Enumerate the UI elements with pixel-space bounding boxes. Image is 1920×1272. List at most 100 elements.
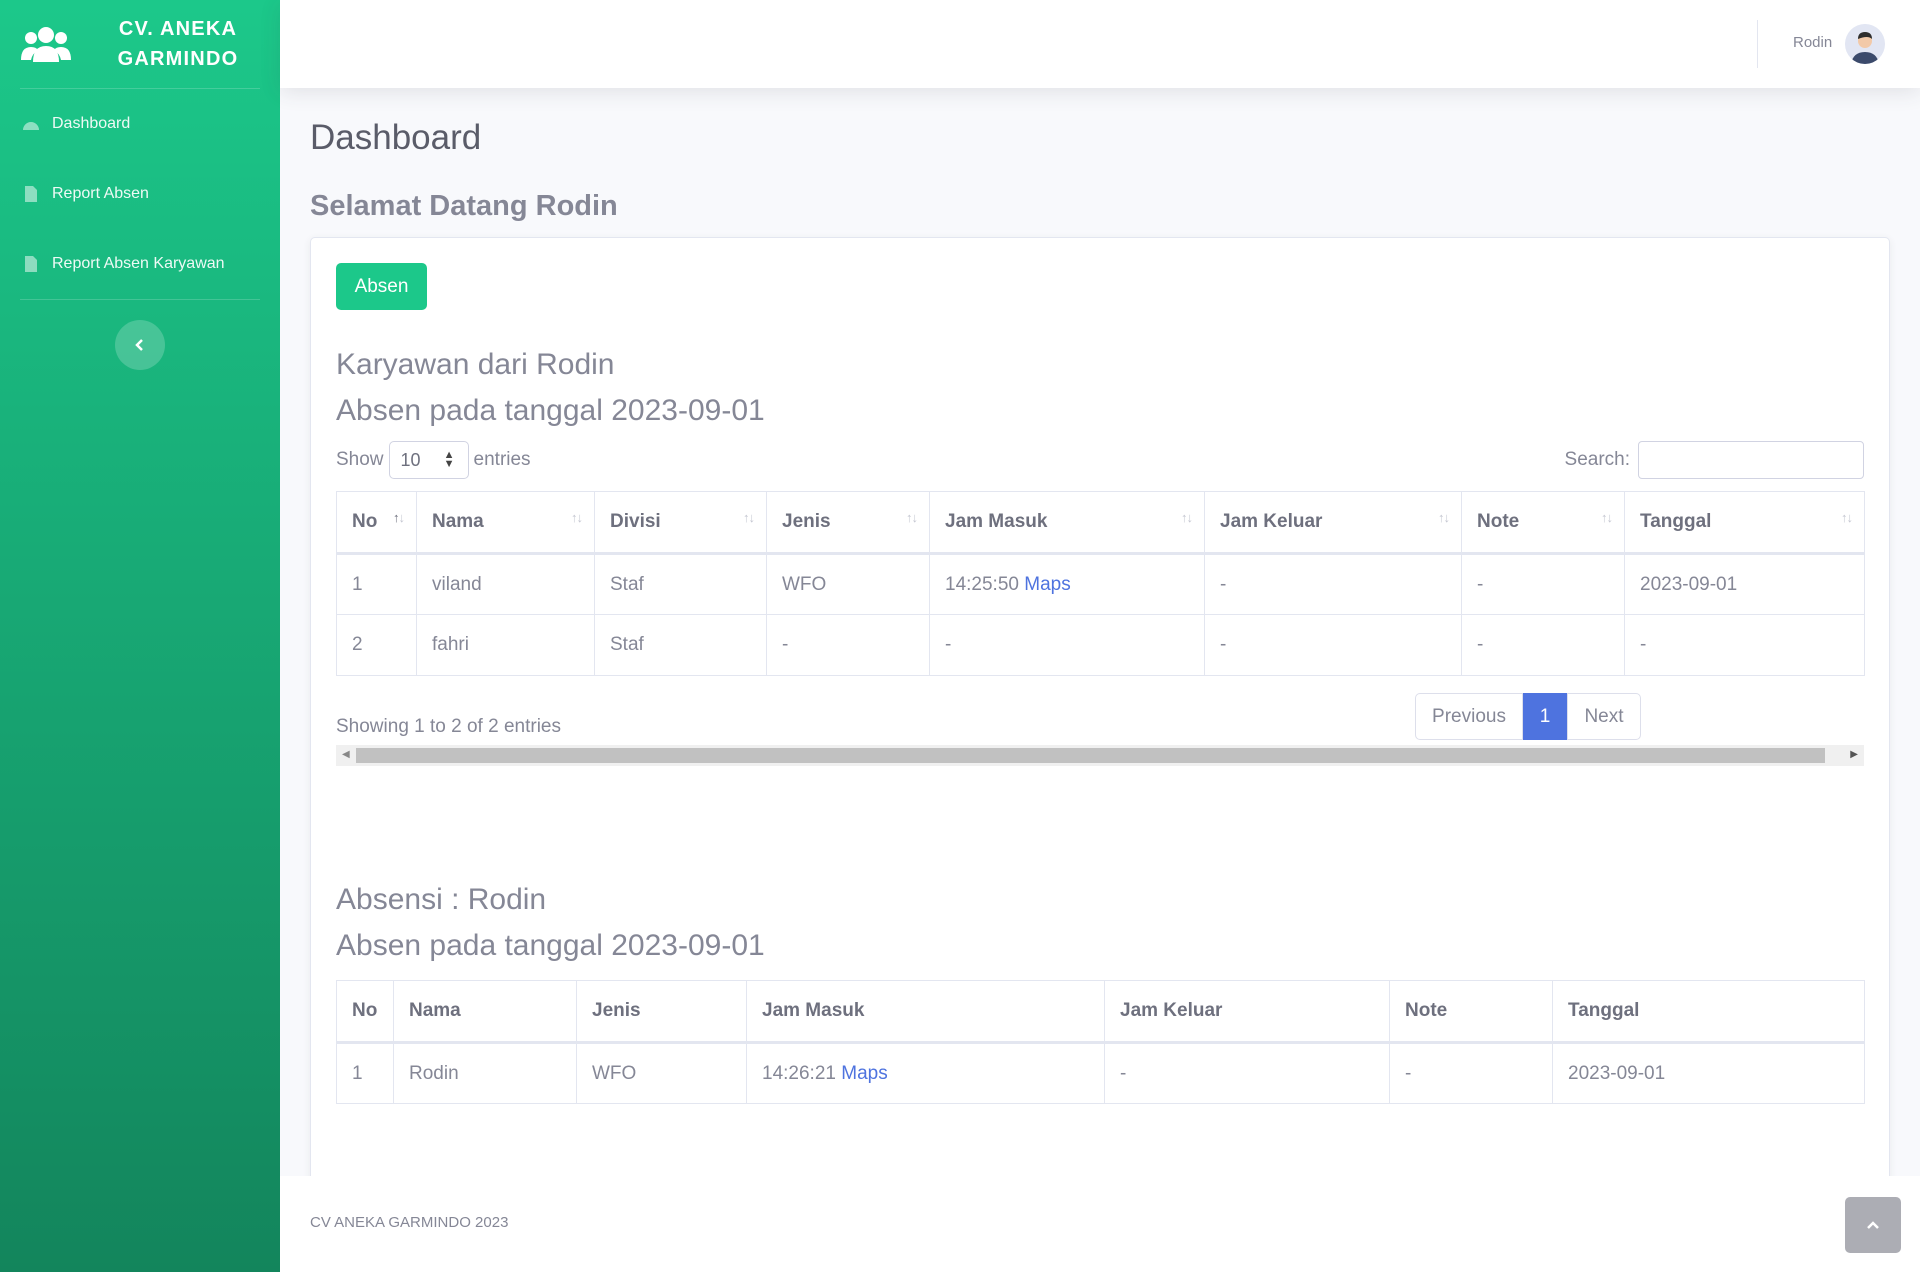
cell-jenis: WFO — [576, 1042, 747, 1104]
th-jam-keluar[interactable]: Jam Keluar ↑↓ — [1204, 491, 1462, 554]
th-jenis[interactable]: Jenis ↑↓ — [766, 491, 930, 554]
avatar-icon — [1845, 24, 1885, 64]
th-no: No — [336, 980, 394, 1043]
chevron-left-icon — [135, 339, 143, 351]
user-avatar[interactable] — [1845, 24, 1885, 64]
cell-nama: fahri — [416, 614, 595, 676]
scroll-left-icon[interactable]: ◀ — [342, 749, 350, 760]
cell-jam-keluar: - — [1204, 614, 1462, 676]
search-label: Search: — [1564, 449, 1630, 470]
sidebar-toggle-button[interactable] — [115, 320, 165, 370]
scrollbar-thumb[interactable] — [356, 748, 1825, 763]
cell-jenis: WFO — [766, 553, 930, 615]
horizontal-scrollbar[interactable]: ◀ ▶ — [336, 745, 1864, 766]
cell-divisi: Staf — [594, 614, 767, 676]
cell-jam-keluar: - — [1104, 1042, 1390, 1104]
sort-icon: ↑↓ — [571, 510, 583, 525]
table-row: 2 fahri Staf - - - - - — [336, 614, 1865, 676]
table-info: Showing 1 to 2 of 2 entries — [336, 716, 561, 737]
user-name[interactable]: Rodin — [1793, 34, 1832, 51]
cell-jenis: - — [766, 614, 930, 676]
sidebar-brand[interactable]: CV. ANEKA GARMINDO — [0, 0, 280, 88]
sort-icon: ↑↓ — [1181, 510, 1193, 525]
next-button[interactable]: Next — [1567, 693, 1641, 740]
tachometer-icon — [23, 122, 39, 130]
main-card: Absen Karyawan dari Rodin Absen pada tan… — [310, 237, 1890, 1233]
entries-length: Show 10 ▲ ▼ entries — [336, 441, 531, 479]
search-input[interactable] — [1638, 441, 1864, 479]
entries-label: entries — [473, 449, 531, 470]
sidebar-item-report-absen-karyawan[interactable]: Report Absen Karyawan — [0, 229, 280, 299]
sort-icon: ↑↓ — [906, 510, 918, 525]
th-divisi[interactable]: Divisi ↑↓ — [594, 491, 767, 554]
employee-table: No ↑↓ Nama ↑↓ Divisi ↑↓ Jenis ↑↓ Jam Masuk ↑↓… — [336, 491, 1865, 676]
footer-copyright: CV ANEKA GARMINDO 2023 — [310, 1214, 509, 1231]
absen-button[interactable]: Absen — [336, 263, 427, 310]
th-jam-masuk[interactable]: Jam Masuk ↑↓ — [929, 491, 1205, 554]
pagination: Previous 1 Next — [1415, 693, 1641, 740]
cell-jam-masuk: 14:25:50 Maps — [929, 553, 1205, 615]
cell-tanggal: - — [1624, 614, 1865, 676]
th-jam-masuk: Jam Masuk — [746, 980, 1105, 1043]
table-row: 1 viland Staf WFO 14:25:50 Maps - - 2023… — [336, 553, 1865, 615]
cell-jam-keluar: - — [1204, 553, 1462, 615]
sort-icon: ↑↓ — [743, 510, 755, 525]
th-nama[interactable]: Nama ↑↓ — [416, 491, 595, 554]
page-1-button[interactable]: 1 — [1523, 693, 1567, 740]
sidebar-item-dashboard[interactable]: Dashboard — [0, 89, 280, 159]
th-nama: Nama — [393, 980, 577, 1043]
maps-link[interactable]: Maps — [1024, 574, 1070, 595]
footer: CV ANEKA GARMINDO 2023 — [280, 1176, 1920, 1272]
th-note: Note — [1389, 980, 1553, 1043]
th-tanggal[interactable]: Tanggal ↑↓ — [1624, 491, 1865, 554]
sort-icon: ↑↓ — [393, 510, 405, 525]
sort-icon: ↑↓ — [1841, 510, 1853, 525]
topbar-divider — [1757, 20, 1758, 68]
welcome-text: Selamat Datang Rodin — [310, 190, 618, 222]
sidebar-divider — [20, 299, 260, 300]
th-tanggal: Tanggal — [1552, 980, 1865, 1043]
scroll-right-icon[interactable]: ▶ — [1850, 749, 1858, 760]
cell-note: - — [1461, 553, 1625, 615]
users-icon — [21, 27, 71, 62]
sidebar-item-label: Report Absen Karyawan — [52, 255, 225, 272]
sidebar-item-label: Dashboard — [52, 115, 131, 132]
brand-name: CV. ANEKA GARMINDO — [117, 18, 239, 70]
sidebar-item-report-absen[interactable]: Report Absen — [0, 159, 280, 229]
section1-subheading: Absen pada tanggal 2023-09-01 — [336, 394, 765, 427]
scroll-to-top-button[interactable] — [1845, 1197, 1901, 1253]
entries-value: 10 — [400, 449, 421, 470]
cell-jam-masuk: 14:26:21 Maps — [746, 1042, 1105, 1104]
th-no[interactable]: No ↑↓ — [336, 491, 417, 554]
th-jenis: Jenis — [576, 980, 747, 1043]
section1-heading: Karyawan dari Rodin — [336, 348, 615, 381]
table-row: 1 Rodin WFO 14:26:21 Maps - - 2023-09-01 — [336, 1042, 1865, 1104]
cell-no: 1 — [336, 1042, 394, 1104]
section2-subheading: Absen pada tanggal 2023-09-01 — [336, 929, 765, 962]
th-note[interactable]: Note ↑↓ — [1461, 491, 1625, 554]
maps-link[interactable]: Maps — [841, 1063, 887, 1084]
sort-icon: ↑↓ — [1601, 510, 1613, 525]
cell-jam-masuk: - — [929, 614, 1205, 676]
table-header-row: No ↑↓ Nama ↑↓ Divisi ↑↓ Jenis ↑↓ Jam Masuk ↑↓… — [336, 491, 1865, 554]
entries-select[interactable]: 10 ▲ ▼ — [388, 441, 469, 479]
th-jam-keluar: Jam Keluar — [1104, 980, 1390, 1043]
previous-button[interactable]: Previous — [1415, 693, 1523, 740]
sidebar: CV. ANEKA GARMINDO Dashboard Report Abse… — [0, 0, 280, 1272]
angle-up-icon — [1867, 1221, 1879, 1229]
sidebar-item-label: Report Absen — [52, 185, 149, 202]
file-icon — [25, 186, 37, 202]
cell-note: - — [1389, 1042, 1553, 1104]
select-arrows-icon: ▲ ▼ — [443, 449, 455, 470]
cell-tanggal: 2023-09-01 — [1552, 1042, 1865, 1104]
cell-nama: viland — [416, 553, 595, 615]
sort-icon: ↑↓ — [1438, 510, 1450, 525]
cell-nama: Rodin — [393, 1042, 577, 1104]
section2-heading: Absensi : Rodin — [336, 883, 547, 916]
attendance-table: No Nama Jenis Jam Masuk Jam Keluar Note … — [336, 980, 1865, 1104]
cell-divisi: Staf — [594, 553, 767, 615]
cell-no: 2 — [336, 614, 417, 676]
show-label: Show — [336, 449, 384, 470]
cell-tanggal: 2023-09-01 — [1624, 553, 1865, 615]
table-search: Search: — [1565, 441, 1864, 479]
